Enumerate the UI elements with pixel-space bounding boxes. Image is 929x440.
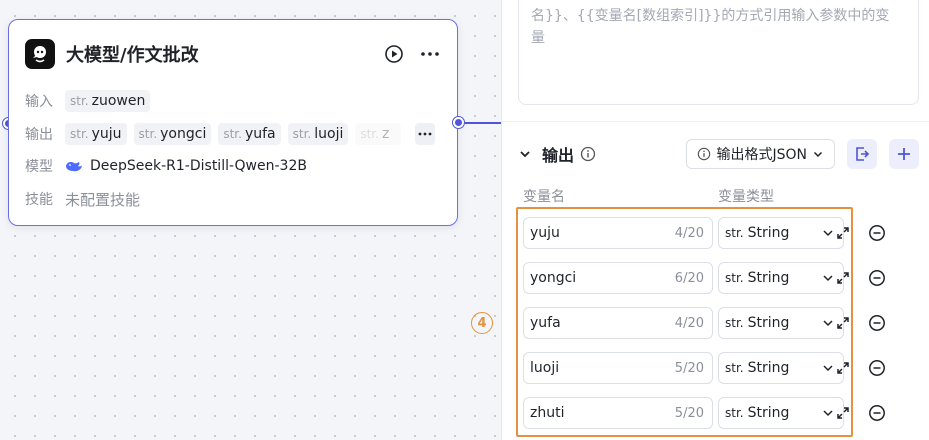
variable-type-select[interactable]: str. String bbox=[718, 397, 844, 429]
expand-icon[interactable] bbox=[833, 403, 853, 423]
char-count: 4/20 bbox=[674, 225, 704, 241]
remove-icon[interactable] bbox=[867, 268, 887, 288]
output-title: 输出 bbox=[542, 146, 575, 165]
remove-icon[interactable] bbox=[867, 358, 887, 378]
column-header-type: 变量类型 bbox=[718, 189, 774, 205]
column-header-name: 变量名 bbox=[523, 189, 565, 205]
more-icon[interactable] bbox=[419, 43, 441, 65]
variable-type-select[interactable]: str. String bbox=[718, 352, 844, 384]
node-header: 大模型/作文批改 bbox=[25, 36, 441, 72]
variable-row: yufa 4/20 str. String bbox=[523, 306, 844, 340]
node-model-row: 模型 DeepSeek-R1-Distill-Qwen-32B bbox=[25, 154, 441, 178]
remove-icon[interactable] bbox=[867, 223, 887, 243]
config-panel: 名}}、{{变量名[数组索引]}}的方式引用输入参数中的变 量 输出 输出格式J… bbox=[501, 0, 929, 440]
expand-icon[interactable] bbox=[833, 223, 853, 243]
chevron-down-icon bbox=[813, 151, 823, 158]
node-skill-row: 技能 未配置技能 bbox=[25, 187, 441, 211]
expand-icon[interactable] bbox=[833, 358, 853, 378]
input-tag: str. zuowen bbox=[65, 90, 151, 112]
output-section-header: 输出 输出格式JSON bbox=[518, 138, 919, 170]
expand-icon[interactable] bbox=[833, 268, 853, 288]
node-title: 大模型/作文批改 bbox=[66, 45, 199, 66]
variable-name-input[interactable]: yuju 4/20 bbox=[523, 217, 713, 249]
more-outputs-icon[interactable] bbox=[415, 123, 435, 145]
step-badge: 4 bbox=[471, 312, 493, 334]
char-count: 4/20 bbox=[674, 315, 704, 331]
import-icon bbox=[856, 147, 870, 161]
import-button[interactable] bbox=[847, 139, 877, 169]
variable-name-input[interactable]: zhuti 5/20 bbox=[523, 397, 713, 429]
model-label: 模型 bbox=[25, 159, 53, 175]
output-port[interactable] bbox=[453, 117, 464, 128]
input-label: 输入 bbox=[25, 94, 53, 110]
char-count: 5/20 bbox=[674, 360, 704, 376]
output-label: 输出 bbox=[25, 127, 53, 143]
description-box[interactable]: 名}}、{{变量名[数组索引]}}的方式引用输入参数中的变 量 bbox=[518, 0, 919, 105]
variable-type-select[interactable]: str. String bbox=[718, 217, 844, 249]
output-format-label: 输出格式JSON bbox=[716, 147, 807, 163]
skill-value: 未配置技能 bbox=[65, 190, 141, 209]
char-count: 5/20 bbox=[674, 405, 704, 421]
variable-row: luoji 5/20 str. String bbox=[523, 351, 844, 385]
variable-row: zhuti 5/20 str. String bbox=[523, 396, 844, 430]
output-tag: str. yufa bbox=[218, 123, 281, 145]
add-variable-button[interactable] bbox=[889, 139, 919, 169]
description-line: 名}}、{{变量名[数组索引]}}的方式引用输入参数中的变 bbox=[531, 8, 890, 24]
remove-icon[interactable] bbox=[867, 403, 887, 423]
output-tag: str. luoji bbox=[287, 123, 349, 145]
node-output-row: 输出 str. yuju str. yongci str. yufa str. luoj… bbox=[25, 122, 441, 146]
output-format-select[interactable]: 输出格式JSON bbox=[686, 139, 835, 169]
expand-icon[interactable] bbox=[833, 313, 853, 333]
llm-logo-icon bbox=[25, 39, 55, 69]
plus-icon bbox=[898, 148, 910, 160]
variable-row: yuju 4/20 str. String bbox=[523, 216, 844, 250]
variable-name-input[interactable]: yufa 4/20 bbox=[523, 307, 713, 339]
llm-node-card[interactable]: 大模型/作文批改 输入 str. zuowen 输出 str. yuju str. y… bbox=[8, 19, 458, 226]
variable-row: yongci 6/20 str. String bbox=[523, 261, 844, 295]
collapse-chevron-icon[interactable] bbox=[518, 147, 532, 161]
output-tag: str. yongci bbox=[133, 123, 212, 145]
model-name: DeepSeek-R1-Distill-Qwen-32B bbox=[90, 158, 307, 174]
info-icon bbox=[698, 147, 711, 161]
run-icon[interactable] bbox=[383, 43, 405, 65]
variable-name-input[interactable]: luoji 5/20 bbox=[523, 352, 713, 384]
output-tag: str. z bbox=[355, 123, 402, 145]
connection-edge bbox=[465, 122, 501, 124]
deepseek-whale-icon bbox=[65, 159, 83, 173]
remove-icon[interactable] bbox=[867, 313, 887, 333]
skill-label: 技能 bbox=[25, 192, 53, 208]
output-tag: str. yuju bbox=[65, 123, 127, 145]
variable-type-select[interactable]: str. String bbox=[718, 262, 844, 294]
char-count: 6/20 bbox=[674, 270, 704, 286]
divider bbox=[502, 121, 929, 122]
description-line: 量 bbox=[531, 30, 545, 46]
variable-type-select[interactable]: str. String bbox=[718, 307, 844, 339]
info-icon[interactable] bbox=[580, 146, 596, 162]
variable-name-input[interactable]: yongci 6/20 bbox=[523, 262, 713, 294]
node-input-row: 输入 str. zuowen bbox=[25, 89, 441, 113]
